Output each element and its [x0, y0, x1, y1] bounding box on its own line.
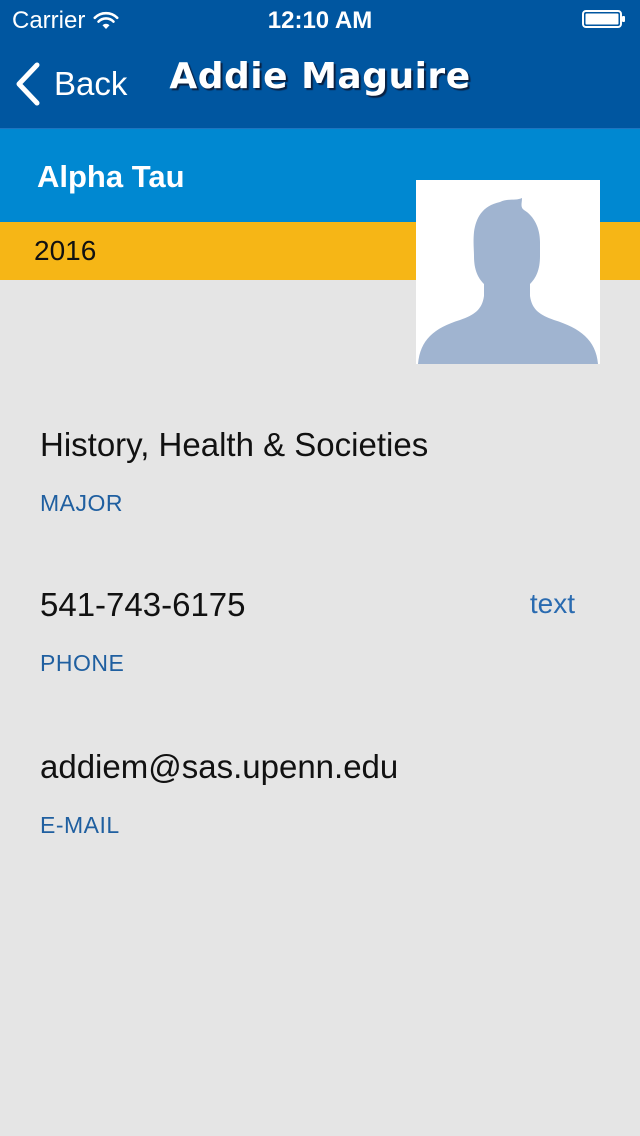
text-message-button[interactable]: text — [530, 588, 575, 620]
email-value[interactable]: addiem@sas.upenn.edu — [40, 748, 600, 786]
major-value: History, Health & Societies — [40, 426, 429, 463]
class-year: 2016 — [34, 235, 97, 266]
major-field: History, Health & Societies MAJOR — [40, 426, 600, 517]
navigation-bar: Carrier 12:10 AM Back Addie Maguire — [0, 0, 640, 128]
avatar — [416, 180, 600, 364]
major-label: MAJOR — [40, 490, 123, 516]
email-field: addiem@sas.upenn.edu E-MAIL — [40, 748, 600, 839]
phone-field: 541-743-6175 PHONE — [40, 586, 600, 677]
email-label: E-MAIL — [40, 812, 120, 838]
phone-label: PHONE — [40, 650, 125, 676]
page-title: Addie Maguire — [169, 56, 471, 97]
status-bar: Carrier 12:10 AM — [0, 0, 640, 40]
user-silhouette-icon — [418, 198, 598, 364]
status-time: 12:10 AM — [267, 7, 373, 34]
battery-icon — [582, 10, 625, 28]
chapter-name: Alpha Tau — [37, 159, 185, 194]
contact-detail-screen: Carrier 12:10 AM Back Addie Maguire Alph… — [0, 0, 640, 1136]
phone-value[interactable]: 541-743-6175 — [40, 586, 600, 624]
